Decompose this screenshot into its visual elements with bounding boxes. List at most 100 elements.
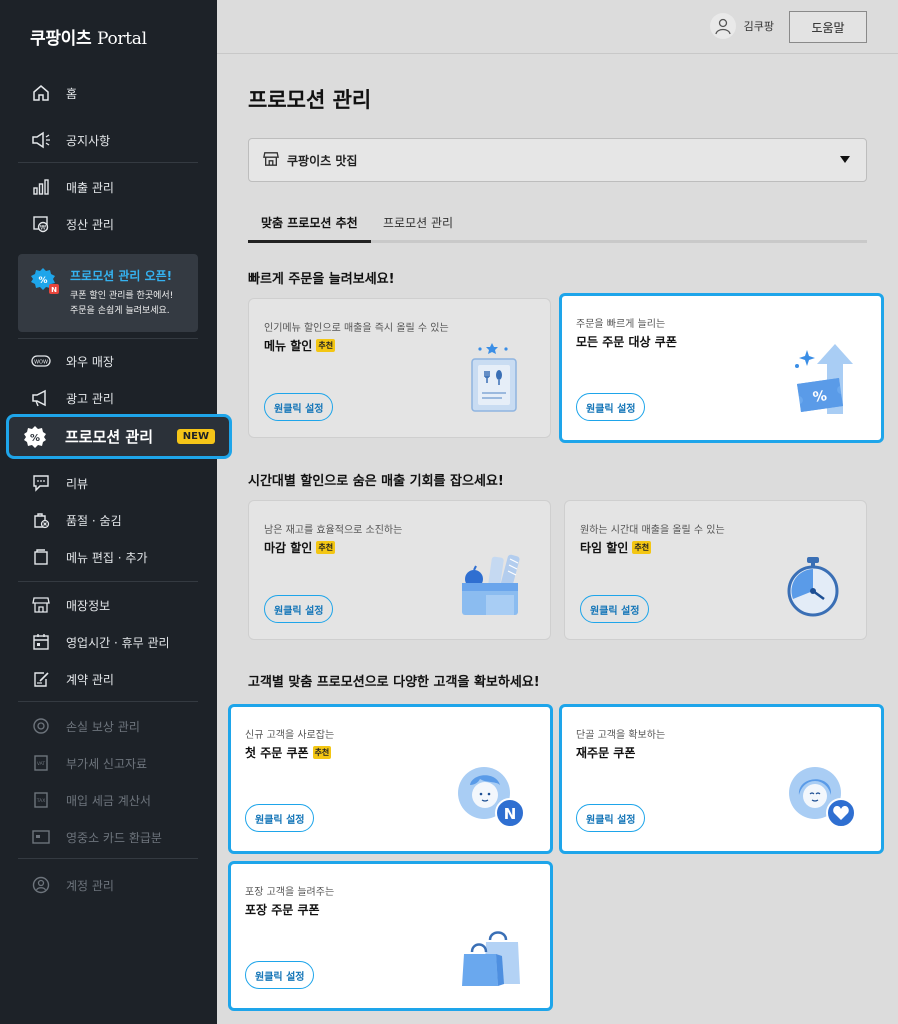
one-click-setup-button[interactable]: 원클릭 설정 bbox=[245, 804, 315, 832]
store-icon bbox=[263, 151, 279, 170]
sidebar-item-review[interactable]: 리뷰 bbox=[18, 467, 208, 499]
promo-card-takeout-coupon[interactable]: 포장 고객을 늘려주는 포장 주문 쿠폰 원클릭 설정 bbox=[228, 861, 553, 1011]
sidebar-item-settlement[interactable]: ₩ 정산 관리 bbox=[18, 208, 208, 240]
sidebar-item-label: 계정 관리 bbox=[66, 878, 114, 893]
tab-recommended[interactable]: 맞춤 프로모션 추천 bbox=[261, 214, 358, 231]
card-title-text: 첫 주문 쿠폰 bbox=[245, 746, 309, 760]
one-click-setup-button[interactable]: 원클릭 설정 bbox=[264, 393, 334, 421]
user-avatar-icon bbox=[709, 13, 736, 39]
sidebar-item-label: 정산 관리 bbox=[66, 217, 114, 232]
sidebar-item-label: 메뉴 편집 · 추가 bbox=[66, 550, 148, 565]
card-title: 마감 할인 추천 bbox=[264, 539, 336, 556]
promo-card-menu-discount[interactable]: 인기메뉴 할인으로 매출을 즉시 올릴 수 있는 메뉴 할인 추천 원클릭 설정 bbox=[248, 298, 551, 438]
sidebar-item-home[interactable]: 홈 bbox=[18, 77, 208, 109]
sidebar-item-ads[interactable]: 광고 관리 bbox=[18, 382, 208, 414]
recommend-tag: 추천 bbox=[316, 339, 336, 352]
brand-sub: Portal bbox=[97, 29, 147, 49]
card-title: 첫 주문 쿠폰 추천 bbox=[245, 744, 332, 761]
user-profile[interactable]: 김쿠팡 bbox=[709, 13, 774, 39]
card-title: 메뉴 할인 추천 bbox=[264, 337, 336, 354]
sidebar-item-contract[interactable]: 계약 관리 bbox=[18, 663, 208, 695]
svg-text:N: N bbox=[51, 286, 57, 294]
promo-card-reorder-coupon[interactable]: 단골 고객을 확보하는 재주문 쿠폰 원클릭 설정 bbox=[559, 704, 884, 854]
card-title-text: 마감 할인 bbox=[264, 541, 313, 555]
promo-announcement[interactable]: % N 프로모션 관리 오픈! 쿠폰 할인 관리를 한곳에서! 주문을 손쉽게 늘… bbox=[18, 254, 198, 332]
sidebar-item-compensation[interactable]: 손실 보상 관리 bbox=[18, 710, 208, 742]
svg-text:TAX: TAX bbox=[36, 798, 46, 804]
promotion-new-icon: % N bbox=[30, 266, 60, 300]
promo-card-first-order-coupon[interactable]: 신규 고객을 사로잡는 첫 주문 쿠폰 추천 원클릭 설정 N bbox=[228, 704, 553, 854]
sidebar-item-promotion[interactable]: % 프로모션 관리 NEW bbox=[6, 414, 232, 459]
sidebar-item-label: 손실 보상 관리 bbox=[66, 719, 140, 734]
card-subtitle: 신규 고객을 사로잡는 bbox=[245, 730, 335, 741]
card-subtitle: 원하는 시간대 매출을 올릴 수 있는 bbox=[580, 525, 725, 536]
recommend-tag: 추천 bbox=[316, 541, 336, 554]
sidebar-item-label: 계약 관리 bbox=[66, 672, 114, 687]
promo-card-time-discount[interactable]: 원하는 시간대 매출을 올릴 수 있는 타임 할인 추천 원클릭 설정 bbox=[564, 500, 867, 640]
card-subtitle: 단골 고객을 확보하는 bbox=[576, 730, 666, 741]
sidebar-item-tax-invoice[interactable]: TAX 매입 세금 계산서 bbox=[18, 784, 208, 816]
sidebar-item-label: 홈 bbox=[66, 86, 78, 101]
svg-text:N: N bbox=[504, 805, 517, 823]
card-title-text: 메뉴 할인 bbox=[264, 339, 313, 353]
sidebar-item-account[interactable]: 계정 관리 bbox=[18, 869, 208, 901]
bar-chart-icon bbox=[30, 176, 52, 198]
grocery-bag-icon bbox=[460, 553, 528, 621]
page-title: 프로모션 관리 bbox=[248, 88, 372, 112]
sidebar-item-vat[interactable]: VAT 부가세 신고자료 bbox=[18, 747, 208, 779]
card-title: 타임 할인 추천 bbox=[580, 539, 652, 556]
svg-text:VAT: VAT bbox=[37, 761, 46, 767]
sidebar-item-label: 영업시간 · 휴무 관리 bbox=[66, 635, 170, 650]
store-select-value: 쿠팡이츠 맛집 bbox=[287, 153, 358, 168]
card-title-text: 타임 할인 bbox=[580, 541, 629, 555]
promo-card-all-order-coupon[interactable]: 주문을 빠르게 늘리는 모든 주문 대상 쿠폰 원클릭 설정 % bbox=[559, 293, 884, 443]
sidebar-item-label: 매장정보 bbox=[66, 598, 111, 613]
sidebar-item-label: 영중소 카드 환급분 bbox=[66, 830, 162, 845]
sidebar-item-label: 공지사항 bbox=[66, 133, 111, 148]
promo-box-title: 프로모션 관리 오픈! bbox=[70, 269, 173, 283]
shopping-bag-icon bbox=[460, 926, 522, 992]
sidebar-divider bbox=[18, 858, 198, 859]
review-icon bbox=[30, 472, 52, 494]
store-select[interactable]: 쿠팡이츠 맛집 bbox=[248, 138, 867, 182]
sidebar-item-card-refund[interactable]: 영중소 카드 환급분 bbox=[18, 821, 208, 853]
stopwatch-icon bbox=[786, 555, 840, 621]
sidebar-item-store-info[interactable]: 매장정보 bbox=[18, 589, 208, 621]
sidebar-item-label: 부가세 신고자료 bbox=[66, 756, 148, 771]
svg-text:%: % bbox=[30, 433, 40, 444]
recommend-tag: 추천 bbox=[312, 746, 332, 759]
card-subtitle: 남은 재고를 효율적으로 소진하는 bbox=[264, 525, 403, 536]
sidebar-item-label: 품절 · 숨김 bbox=[66, 513, 122, 528]
card-title: 재주문 쿠폰 bbox=[576, 744, 635, 761]
one-click-setup-button[interactable]: 원클릭 설정 bbox=[576, 393, 646, 421]
sidebar-item-menu-edit[interactable]: 메뉴 편집 · 추가 bbox=[18, 541, 208, 573]
svg-text:%: % bbox=[38, 276, 47, 286]
section-title: 빠르게 주문을 늘려보세요! bbox=[248, 272, 395, 287]
sidebar-item-sales[interactable]: 매출 관리 bbox=[18, 171, 208, 203]
tab-promotion-management[interactable]: 프로모션 관리 bbox=[383, 214, 453, 231]
percent-icon: % bbox=[23, 425, 47, 449]
card-icon bbox=[30, 826, 52, 848]
one-click-setup-button[interactable]: 원클릭 설정 bbox=[576, 804, 646, 832]
one-click-setup-button[interactable]: 원클릭 설정 bbox=[264, 595, 334, 623]
sidebar-divider bbox=[18, 701, 198, 702]
promo-card-closing-discount[interactable]: 남은 재고를 효율적으로 소진하는 마감 할인 추천 원클릭 설정 bbox=[248, 500, 551, 640]
sidebar-item-label: 리뷰 bbox=[66, 476, 89, 491]
soldout-icon bbox=[30, 509, 52, 531]
sidebar-divider bbox=[18, 162, 198, 163]
wow-icon: WOW bbox=[30, 350, 52, 372]
one-click-setup-button[interactable]: 원클릭 설정 bbox=[580, 595, 650, 623]
sidebar-item-label: 프로모션 관리 bbox=[65, 428, 154, 446]
brand-logo[interactable]: 쿠팡이츠 Portal bbox=[30, 24, 147, 49]
help-button[interactable]: 도움말 bbox=[789, 11, 867, 43]
sidebar-item-soldout[interactable]: 품절 · 숨김 bbox=[18, 504, 208, 536]
sidebar-item-hours[interactable]: 영업시간 · 휴무 관리 bbox=[18, 626, 208, 658]
card-title-text: 재주문 쿠폰 bbox=[576, 746, 636, 760]
sidebar-item-wow[interactable]: WOW 와우 매장 bbox=[18, 345, 208, 377]
svg-text:₩: ₩ bbox=[40, 225, 46, 232]
svg-text:WOW: WOW bbox=[34, 360, 48, 366]
vat-icon: VAT bbox=[30, 752, 52, 774]
sidebar-item-notice[interactable]: 공지사항 bbox=[18, 124, 208, 156]
one-click-setup-button[interactable]: 원클릭 설정 bbox=[245, 961, 315, 989]
top-bar: 김쿠팡 도움말 bbox=[217, 0, 898, 54]
